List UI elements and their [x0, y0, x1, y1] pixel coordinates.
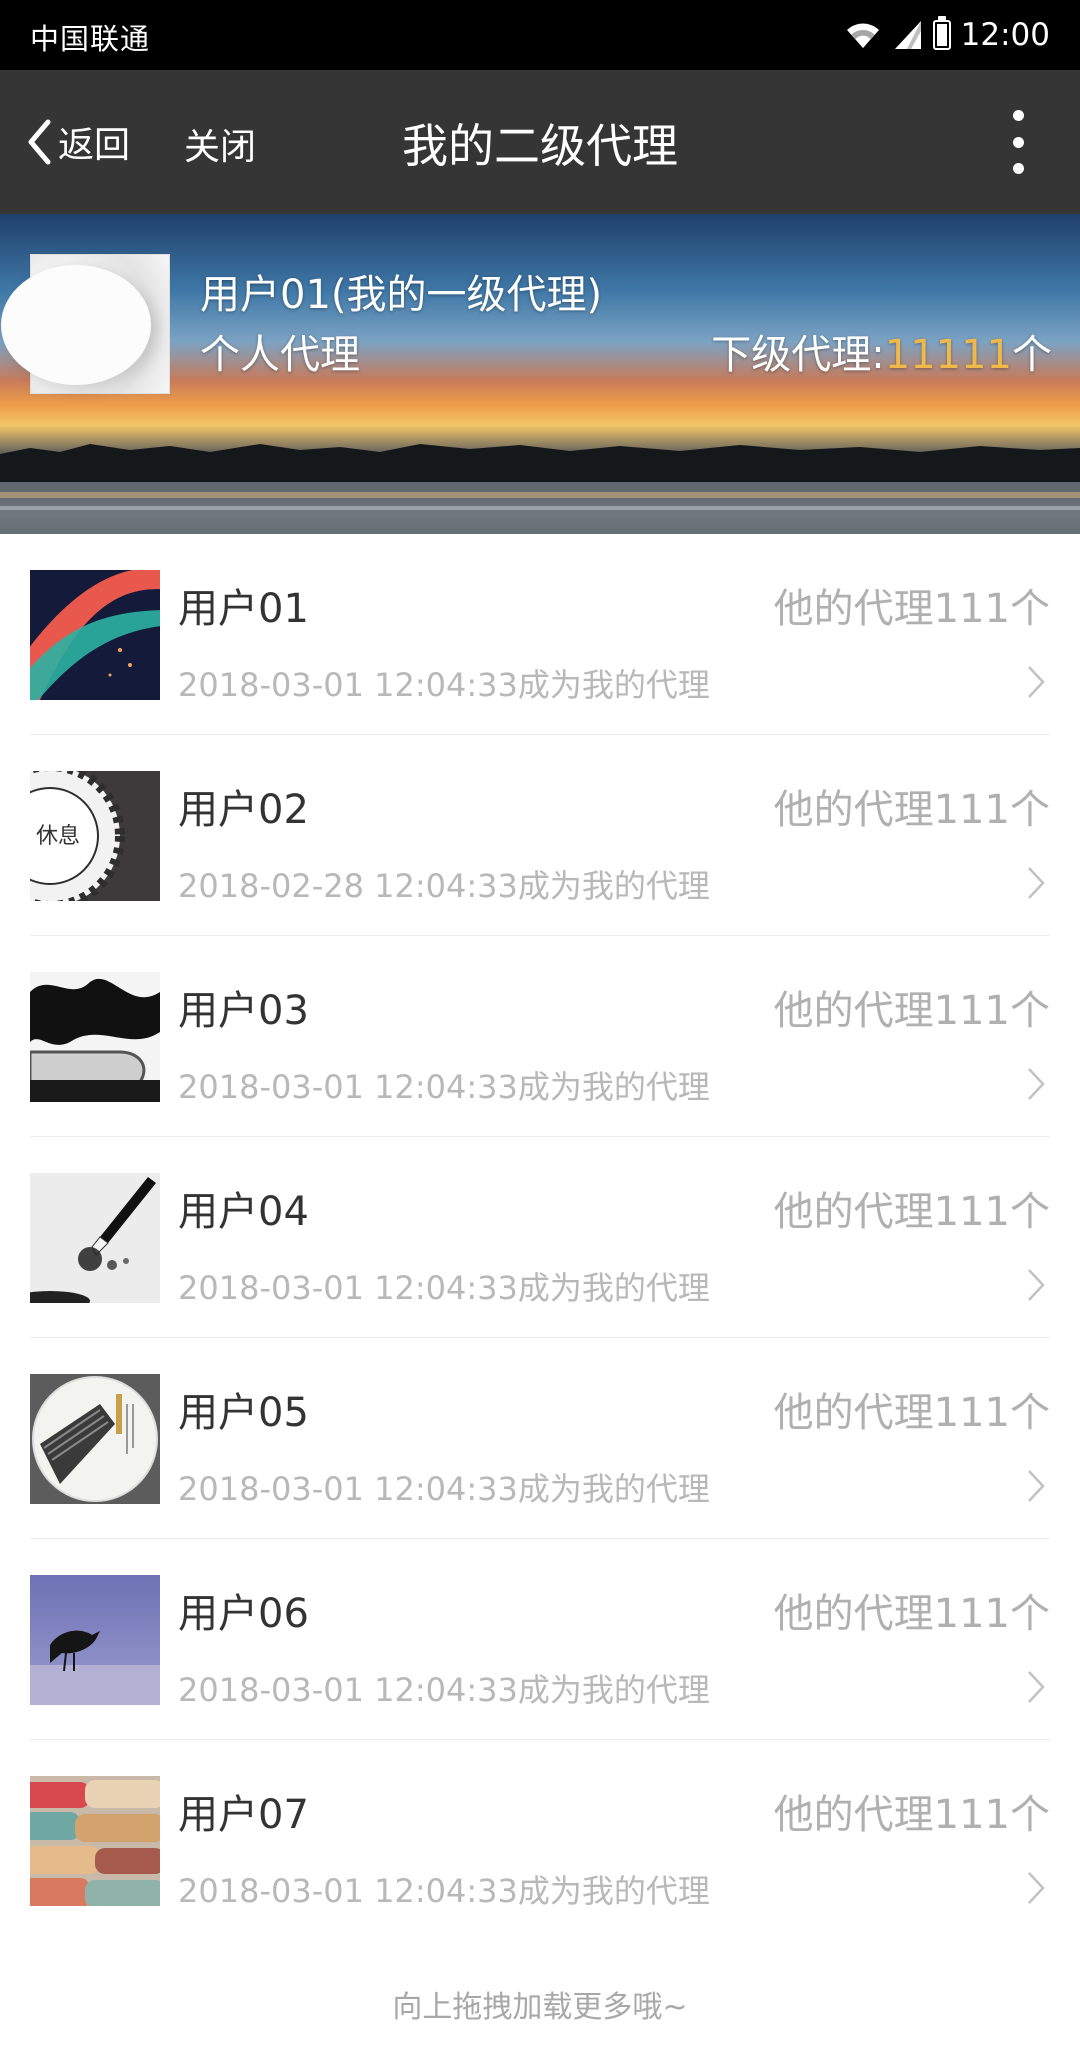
chevron-right-icon: [1028, 867, 1045, 899]
more-vertical-icon[interactable]: [1006, 110, 1030, 174]
sub-agent-number: 11111: [884, 332, 1012, 378]
avatar: [30, 972, 160, 1102]
chevron-right-icon: [1028, 1470, 1045, 1502]
page-title: 我的二级代理: [402, 119, 678, 173]
list-item-sub-count: 他的代理111个: [773, 1591, 1050, 1637]
list-item[interactable]: 用户01 他的代理111个 2018-03-01 12:04:33成为我的代理: [30, 534, 1050, 735]
avatar: [30, 1776, 160, 1906]
list-item[interactable]: 用户05 他的代理111个 2018-03-01 12:04:33成为我的代理: [30, 1338, 1050, 1539]
list-item[interactable]: 休息 用户02 他的代理111个 2018-02-28 12:04:33成为我的…: [30, 735, 1050, 936]
list-item-name: 用户05: [178, 1390, 309, 1436]
avatar: [30, 1173, 160, 1303]
list-item-date: 2018-02-28 12:04:33成为我的代理: [178, 867, 710, 905]
chevron-right-icon: [1028, 666, 1045, 698]
list-item-date: 2018-03-01 12:04:33成为我的代理: [178, 1671, 710, 1709]
avatar: [30, 570, 160, 700]
list-item-sub-count: 他的代理111个: [773, 988, 1050, 1034]
back-button[interactable]: 返回: [26, 114, 130, 170]
list-item-name: 用户02: [178, 787, 309, 833]
status-bar: 中国联通 12:00: [0, 0, 1080, 70]
list-item-date: 2018-03-01 12:04:33成为我的代理: [178, 1269, 710, 1307]
chevron-right-icon: [1028, 1068, 1045, 1100]
agent-name: 用户01(我的一级代理): [200, 272, 603, 318]
list-item-sub-count: 他的代理111个: [773, 1390, 1050, 1436]
avatar: 休息: [30, 771, 160, 901]
list-item[interactable]: 用户03 他的代理111个 2018-03-01 12:04:33成为我的代理: [30, 936, 1050, 1137]
chevron-left-icon: [28, 119, 51, 165]
banner-landscape-image: [0, 444, 1080, 534]
chevron-right-icon: [1028, 1872, 1045, 1904]
list-item-name: 用户07: [178, 1792, 309, 1838]
agent-type: 个人代理: [200, 332, 360, 378]
list-item-date: 2018-03-01 12:04:33成为我的代理: [178, 666, 710, 704]
avatar-sign-text: 休息: [36, 824, 80, 849]
close-button[interactable]: 关闭: [184, 118, 256, 170]
chevron-right-icon: [1028, 1671, 1045, 1703]
list-item-sub-count: 他的代理111个: [773, 787, 1050, 833]
list-item-date: 2018-03-01 12:04:33成为我的代理: [178, 1470, 710, 1508]
list-item-sub-count: 他的代理111个: [773, 1792, 1050, 1838]
avatar: [30, 1374, 160, 1504]
agent-header-banner: 用户01(我的一级代理) 个人代理 下级代理:11111个: [0, 214, 1080, 534]
list-item-date: 2018-03-01 12:04:33成为我的代理: [178, 1872, 710, 1910]
status-indicators: 12:00: [843, 12, 1050, 58]
nav-bar: 返回 关闭 我的二级代理: [0, 70, 1080, 214]
list-item[interactable]: 用户06 他的代理111个 2018-03-01 12:04:33成为我的代理: [30, 1539, 1050, 1740]
wifi-icon: [846, 23, 879, 48]
chevron-right-icon: [1028, 1269, 1045, 1301]
signal-icon: [894, 21, 921, 49]
list-item-name: 用户06: [178, 1591, 309, 1637]
list-item[interactable]: 用户07 他的代理111个 2018-03-01 12:04:33成为我的代理: [30, 1740, 1050, 1941]
battery-icon: [932, 16, 951, 50]
list-item-name: 用户04: [178, 1189, 309, 1235]
avatar[interactable]: [1, 254, 170, 394]
load-more-hint: 向上拖拽加载更多哦~: [392, 1990, 688, 2025]
list-item-sub-count: 他的代理111个: [773, 1189, 1050, 1235]
sub-agent-count: 下级代理:11111个: [711, 322, 1052, 380]
avatar: [30, 1575, 160, 1705]
list-item-date: 2018-03-01 12:04:33成为我的代理: [178, 1068, 710, 1106]
back-label: 返回: [58, 125, 131, 166]
agent-list: 用户01 他的代理111个 2018-03-01 12:04:33成为我的代理 …: [0, 534, 1080, 1941]
sub-agent-unit: 个: [1012, 332, 1052, 378]
carrier-name: 中国联通: [30, 22, 151, 56]
sub-agent-label: 下级代理:: [711, 332, 885, 378]
list-item[interactable]: 用户04 他的代理111个 2018-03-01 12:04:33成为我的代理: [30, 1137, 1050, 1338]
list-item-sub-count: 他的代理111个: [773, 586, 1050, 632]
list-item-name: 用户03: [178, 988, 309, 1034]
list-item-name: 用户01: [178, 586, 309, 632]
clock: 12:00: [960, 17, 1050, 53]
